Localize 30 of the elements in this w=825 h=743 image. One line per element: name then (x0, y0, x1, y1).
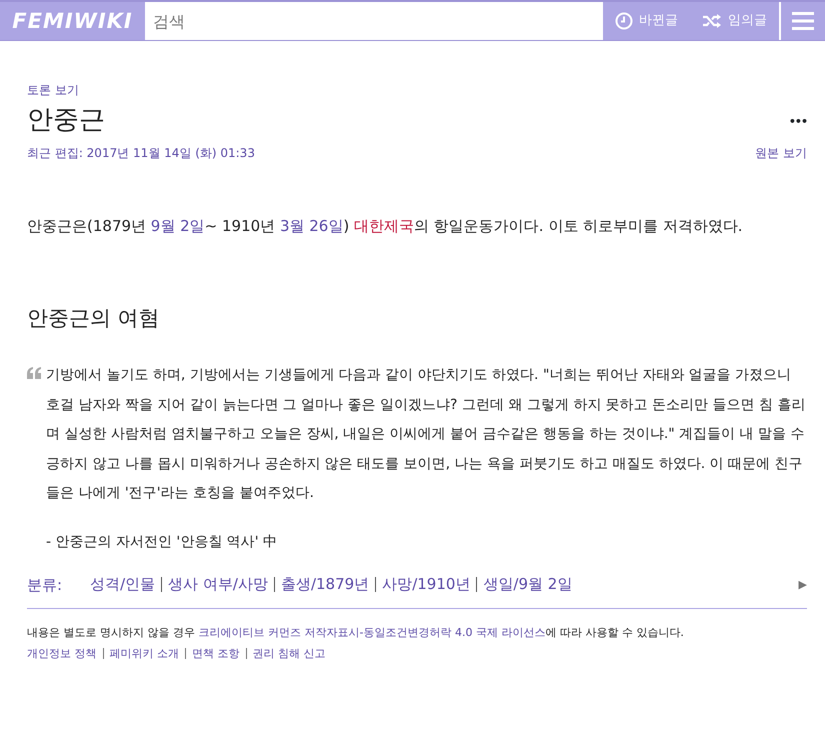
category-link[interactable]: 생사 여부/사망 (161, 577, 274, 592)
page-title: 안중근 (27, 105, 105, 136)
more-button[interactable]: ••• (788, 114, 807, 130)
categories-label: 분류: (27, 574, 62, 596)
last-edited-link[interactable]: 최근 편집: 2017년 11월 14일 (화) 01:33 (27, 144, 255, 162)
footer-link[interactable]: 개인정보 정책 (27, 648, 102, 659)
text-link[interactable]: 9월 2일 (150, 217, 205, 236)
footer-link[interactable]: 페미위키 소개 (102, 648, 185, 659)
category-link[interactable]: 성격/인물 (84, 577, 162, 592)
category-link[interactable]: 사망/1910년 (375, 577, 476, 592)
search-field[interactable]: 검색 (145, 2, 603, 40)
text-link[interactable]: 3월 26일 (280, 217, 344, 236)
quote-text: 기방에서 놀기도 하며, 기방에서는 기생들에게 다음과 같이 야단치기도 하였다. "너희는 뛰어난 자태와 얼굴을 가졌으니 호걸 남자와 짝을 지어 같이 늙는다면 그 얼마나 좋은 일이겠느냐? 그런데 왜 그렇게 하지 못하고 돈소리만 들으면 침 흘리며 실성한 사람처럼 염치불구하고 오늘은 장씨, 내일은 이씨에게 붙어 금수같은 행동을 하는 것이냐." 계집들이 내 말을 수긍하지 않고 나를 몹시 미워하거나 공손하지 않은 태도를 보이면, 나는 욕을 퍼붓기도 하고 매질도 하였다. 이 때문에 친구들은 나에게 '전구'라는 호칭을 붙여주었다. (46, 366, 807, 503)
text-link[interactable]: 크리에이티브 커먼즈 저작자표시-동일조건변경허락 4.0 국제 라이선스 (198, 626, 546, 640)
missing-page-link[interactable]: 대한제국 (354, 217, 414, 236)
quote-icon (27, 367, 41, 380)
clock-icon (615, 12, 633, 30)
license-text: 내용은 별도로 명시하지 않을 경우 크리에이티브 커먼즈 저작자표시-동일조건변경허락 4.0 국제 라이선스에 따라 사용할 수 있습니다. (27, 625, 685, 642)
view-source-link[interactable]: 원본 보기 (755, 144, 807, 162)
category-link[interactable]: 출생/1879년 (274, 577, 376, 592)
toggle-button[interactable]: ▶ (798, 576, 807, 594)
footer-link[interactable]: 면책 조항 (185, 648, 246, 659)
intro-paragraph: 안중근은(1879년 9월 2일~ 1910년 3월 26일) 대한제국의 항일운동가이다. 이토 히로부미를 저격하였다. (27, 216, 744, 238)
menu-icon (792, 11, 814, 31)
quote-attribution: - 안중근의 자서전인 '안응칠 역사' 中 (46, 533, 278, 552)
footer-link[interactable]: 권리 침해 신고 (246, 648, 332, 659)
category-link[interactable]: 생일/9월 2일 (476, 577, 578, 592)
talk-link[interactable]: 토론 보기 (27, 81, 79, 99)
shuffle-icon (702, 13, 722, 29)
section-heading: 안중근의 여혐 (27, 306, 161, 332)
